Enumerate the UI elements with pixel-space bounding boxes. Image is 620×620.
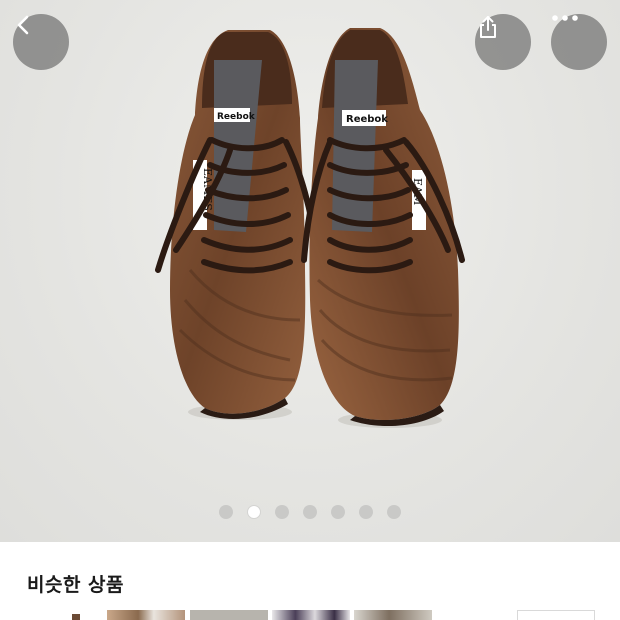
product-image[interactable]: EAMES Reebok EAM Reebok <box>0 0 620 542</box>
similar-product-thumbnail[interactable] <box>190 610 268 620</box>
share-button[interactable] <box>475 14 531 70</box>
similar-product-thumbnail[interactable] <box>354 610 432 620</box>
right-shoe: EAM Reebok <box>301 28 465 427</box>
svg-text:Reebok: Reebok <box>346 114 388 125</box>
more-horizontal-icon <box>552 15 578 21</box>
carousel-indicator <box>0 505 620 519</box>
carousel-dot-active[interactable] <box>247 505 261 519</box>
similar-product-thumbnail[interactable] <box>72 614 80 620</box>
section-title: 비슷한 상품 <box>27 574 125 596</box>
carousel-dot[interactable] <box>359 505 373 519</box>
carousel-dot[interactable] <box>387 505 401 519</box>
share-icon <box>480 16 496 38</box>
left-shoe: EAMES Reebok <box>155 30 321 419</box>
similar-product-thumbnail[interactable] <box>517 610 595 620</box>
back-button[interactable] <box>13 14 69 70</box>
carousel-dot[interactable] <box>219 505 233 519</box>
similar-products-section: 비슷한 상품 <box>0 542 620 620</box>
similar-product-thumbnail[interactable] <box>107 610 185 620</box>
carousel-dot[interactable] <box>275 505 289 519</box>
similar-product-thumbnail[interactable] <box>272 610 350 620</box>
sneakers-photo: EAMES Reebok EAM Reebok <box>155 28 465 428</box>
more-button[interactable] <box>551 14 607 70</box>
carousel-dot[interactable] <box>331 505 345 519</box>
svg-text:Reebok: Reebok <box>217 112 256 122</box>
carousel-dot[interactable] <box>303 505 317 519</box>
chevron-left-icon <box>17 15 29 35</box>
